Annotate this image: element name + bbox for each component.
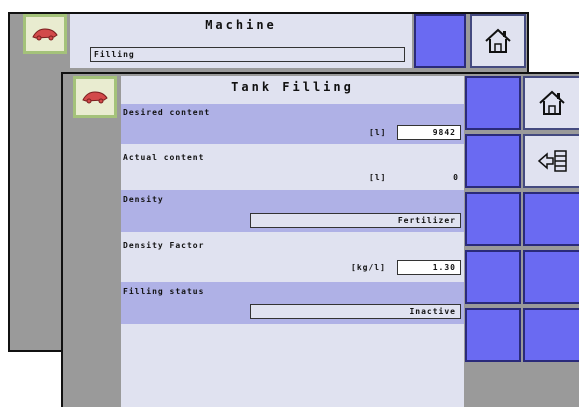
machine-field[interactable]: Filling — [90, 47, 405, 62]
desired-content-unit: [l] — [369, 128, 387, 137]
density-field[interactable]: Fertilizer — [250, 213, 461, 228]
density-label: Density — [123, 195, 164, 204]
row-density[interactable]: Density Fertilizer — [121, 190, 464, 232]
row-desired-content[interactable]: Desired content [l] 9842 — [121, 104, 464, 144]
tank-filling-title: Tank Filling — [231, 80, 354, 94]
softkey-left-2[interactable] — [465, 134, 521, 188]
machine-home-button[interactable] — [470, 14, 526, 68]
row-filling-status: Filling status Inactive — [121, 282, 464, 324]
softkey-right-3[interactable] — [523, 192, 579, 246]
softkey-right-5[interactable] — [523, 308, 579, 362]
row-density-factor: Density Factor [kg/l] 1.30 — [121, 236, 464, 278]
desired-content-field[interactable]: 9842 — [397, 125, 461, 140]
density-factor-value: 1.30 — [432, 263, 456, 272]
filling-status-field: Inactive — [250, 304, 461, 319]
density-factor-label: Density Factor — [123, 241, 205, 250]
actual-content-label: Actual content — [123, 153, 205, 162]
actual-content-unit: [l] — [369, 173, 387, 182]
exit-arrow-icon — [537, 150, 567, 172]
machine-field-value: Filling — [94, 50, 135, 59]
filling-status-value: Inactive — [409, 307, 456, 316]
machine-title: Machine — [205, 18, 277, 32]
exit-button[interactable] — [523, 134, 579, 188]
softkey-left-1[interactable] — [465, 76, 521, 130]
machine-softkey-1[interactable] — [414, 14, 466, 68]
tank-filling-panel: Tank Filling Desired content [l] 9842 Ac… — [121, 76, 464, 407]
sprayer-logo-icon — [82, 91, 108, 104]
row-actual-content: Actual content [l] 0 — [121, 148, 464, 188]
density-factor-field[interactable]: 1.30 — [397, 260, 461, 275]
sprayer-logo-icon — [32, 28, 58, 41]
actual-content-value: 0 — [453, 173, 458, 182]
machine-header: Machine Filling — [70, 14, 412, 68]
machine-logo — [23, 14, 67, 54]
filling-status-label: Filling status — [123, 287, 205, 296]
tank-filling-logo — [73, 76, 117, 118]
density-factor-unit: [kg/l] — [351, 263, 386, 272]
softkey-left-5[interactable] — [465, 308, 521, 362]
softkey-right-4[interactable] — [523, 250, 579, 304]
desired-content-value: 9842 — [432, 128, 456, 137]
home-icon — [539, 90, 565, 115]
softkey-left-3[interactable] — [465, 192, 521, 246]
softkey-left-4[interactable] — [465, 250, 521, 304]
density-value: Fertilizer — [397, 216, 456, 225]
home-icon — [485, 28, 511, 53]
desired-content-label: Desired content — [123, 108, 211, 117]
home-button[interactable] — [523, 76, 579, 130]
